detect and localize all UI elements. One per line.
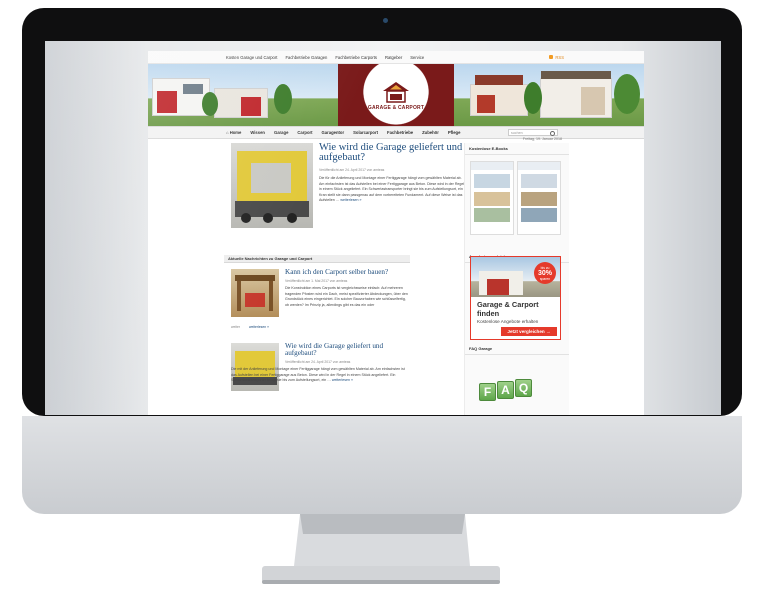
ad-headline: Garage & Carport — [477, 300, 539, 309]
nav-item-carport[interactable]: Carport — [297, 130, 312, 135]
top-link[interactable]: Fachbetriebe Garagen — [285, 55, 327, 60]
nav-item-garage[interactable]: Garage — [274, 130, 288, 135]
nav-item-wissen[interactable]: Wissen — [250, 130, 265, 135]
search-input[interactable]: suchen — [508, 129, 558, 136]
current-date: Freitag, 19. Januar 2018 — [522, 137, 562, 141]
house-image — [214, 88, 268, 118]
house-image — [470, 75, 528, 116]
rss-link[interactable]: RSS — [549, 55, 564, 60]
nav-item-zubehoer[interactable]: Zubehör — [422, 130, 439, 135]
top-link[interactable]: Kosten Garage und Carport — [226, 55, 277, 60]
ad-subline: Kostenlose Angebote erhalten — [477, 319, 539, 324]
faq-cube: A — [497, 381, 514, 399]
post-excerpt: Die Konstruktion eines Carports ist verg… — [285, 286, 408, 307]
camera-icon — [383, 18, 388, 23]
sidebar: Kostenlose E-Books Angebote vergleichen — [464, 143, 569, 415]
search-placeholder: suchen — [511, 130, 523, 135]
header-banner: GARAGE & CARPORT — [148, 64, 644, 126]
ebook-cover[interactable] — [517, 161, 561, 235]
ad-headline-2: finden — [477, 309, 500, 318]
website: Kosten Garage und Carport Fachbetriebe G… — [148, 51, 644, 415]
main-nav: ⌂ Home Wissen Garage Carport Garagentor … — [148, 126, 644, 139]
rss-label: RSS — [555, 54, 564, 60]
monitor-screen: Kosten Garage und Carport Fachbetriebe G… — [45, 41, 721, 415]
site-logo[interactable]: GARAGE & CARPORT — [358, 70, 434, 122]
post-title[interactable]: Kann ich den Carport selber bauen? — [285, 268, 405, 276]
nav-item-solarcarport[interactable]: Solarcarport — [353, 130, 378, 135]
widget-title-ebooks: Kostenlose E-Books — [465, 143, 569, 155]
post-label: weiter weiterlesen » — [231, 325, 269, 329]
nav-item-home[interactable]: ⌂ Home — [226, 130, 241, 135]
faq-cube: F — [479, 383, 496, 401]
read-more-link[interactable]: weiterlesen » — [340, 198, 361, 202]
section-heading: Aktuelle Nachrichten zu Garage und Carpo… — [224, 255, 410, 263]
house-image — [540, 71, 612, 118]
logo-text: GARAGE & CARPORT — [367, 105, 425, 111]
rss-icon — [549, 55, 554, 59]
top-link[interactable]: Ratgeber — [385, 55, 402, 60]
top-link[interactable]: Service — [410, 55, 424, 60]
post-meta: Veröffentlicht am 1. Mai 2017 von amteas — [285, 279, 348, 283]
featured-image[interactable] — [231, 143, 313, 228]
featured-excerpt: Die für die Anlieferung und Montage eine… — [319, 176, 465, 203]
garage-logo-icon — [383, 82, 409, 103]
featured-meta: Veröffentlicht am 24. April 2017 von amt… — [319, 168, 385, 172]
compare-ad-banner[interactable]: bis zu 30% sparen Garage & Carport finde… — [470, 256, 561, 340]
monitor-chin — [22, 416, 742, 514]
read-more-link[interactable]: weiterlesen » — [332, 378, 353, 382]
post-meta: Veröffentlicht am 24. April 2017 von amt… — [285, 360, 351, 364]
search-icon[interactable] — [550, 131, 555, 136]
read-more-link[interactable]: weiterlesen » — [249, 325, 269, 329]
widget-title-faq: FAQ Garage — [465, 343, 569, 355]
ebook-cover[interactable] — [470, 161, 514, 235]
faq-graphic[interactable]: F A Q — [479, 371, 553, 411]
house-image — [152, 78, 210, 116]
post-title[interactable]: Wie wird die Garage geliefert und aufgeb… — [285, 342, 405, 357]
discount-badge: bis zu 30% sparen — [534, 262, 556, 284]
compare-button[interactable]: Jetzt vergleichen → — [501, 327, 557, 336]
top-links-bar: Kosten Garage und Carport Fachbetriebe G… — [148, 51, 644, 64]
featured-title[interactable]: Wie wird die Garage geliefert und aufgeb… — [319, 142, 467, 163]
nav-item-garagentor[interactable]: Garagentor — [322, 130, 345, 135]
nav-item-pflege[interactable]: Pflege — [448, 130, 461, 135]
ebooks-widget — [465, 155, 569, 237]
top-link[interactable]: Fachbetriebe Carports — [335, 55, 377, 60]
post-excerpt: Die mit der Anlieferung und Montage eine… — [231, 367, 405, 383]
post-thumbnail[interactable] — [231, 269, 279, 317]
faq-cube: Q — [515, 379, 532, 397]
monitor-stand — [262, 514, 500, 584]
nav-item-fachbetriebe[interactable]: Fachbetriebe — [387, 130, 413, 135]
